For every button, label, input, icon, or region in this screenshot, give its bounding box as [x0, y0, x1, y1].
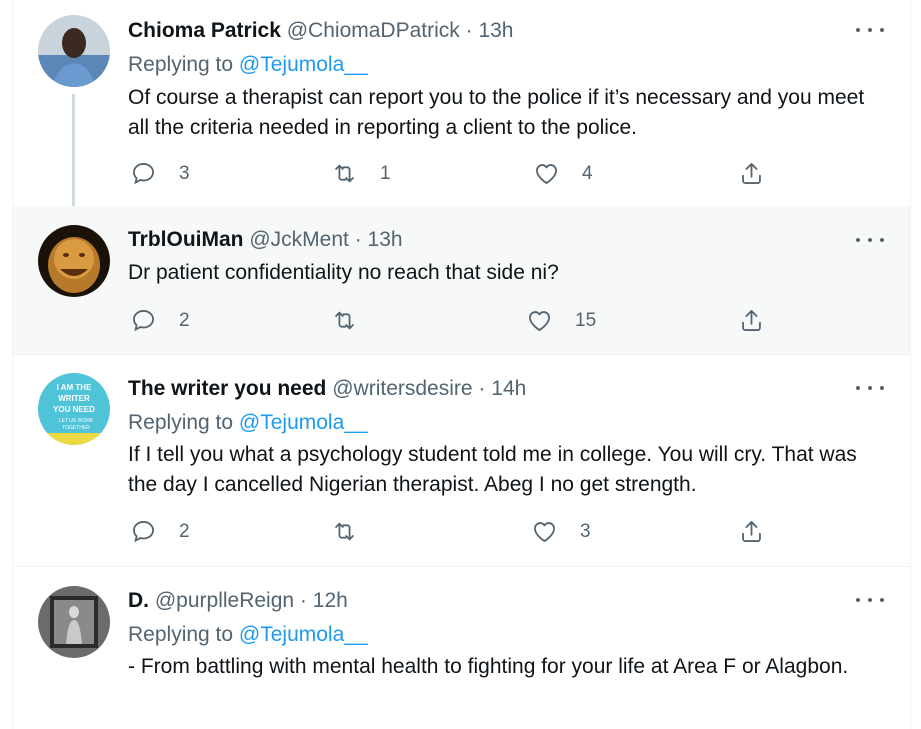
avatar-chioma-patrick[interactable] — [38, 15, 110, 87]
retweet-icon — [335, 164, 354, 183]
reply-count: 2 — [179, 520, 190, 542]
avatar-purplle-reign[interactable] — [38, 586, 110, 658]
tweet-actions: 3 1 4 — [128, 160, 768, 190]
tweet-chioma-patrick[interactable]: Chioma Patrick @ChiomaDPatrick · 13h Rep… — [13, 0, 910, 218]
tweet-header: D. @purplleReign · 12h — [128, 589, 348, 613]
reply-button[interactable]: 2 — [130, 307, 190, 334]
like-icon — [529, 311, 550, 331]
replying-to: Replying to @Tejumola__ — [128, 53, 368, 77]
display-name[interactable]: Chioma Patrick — [128, 19, 281, 42]
retweet-icon — [335, 522, 354, 541]
avatar-text: I AM THE — [57, 383, 92, 392]
reply-button[interactable]: 3 — [130, 160, 190, 187]
tweet-header: The writer you need @writersdesire · 14h — [128, 377, 526, 401]
replying-to: Replying to @Tejumola__ — [128, 623, 368, 647]
like-button[interactable]: 4 — [533, 160, 593, 187]
reply-count: 3 — [179, 162, 190, 184]
display-name[interactable]: The writer you need — [128, 377, 326, 400]
share-icon — [742, 521, 761, 542]
share-button[interactable] — [738, 518, 765, 545]
separator-dot: · — [478, 377, 486, 400]
replying-to-label: Replying to — [128, 411, 234, 434]
share-icon — [742, 310, 761, 331]
retweet-button[interactable] — [331, 518, 380, 545]
retweet-icon — [335, 311, 354, 330]
tweet-header: TrblOuiMan @JckMent · 13h — [128, 228, 403, 252]
timestamp[interactable]: 12h — [313, 589, 348, 612]
avatar-writer-you-need[interactable]: I AM THE WRITER YOU NEED LET US WORK TOG… — [38, 373, 110, 445]
like-icon — [536, 164, 557, 184]
more-icon[interactable] — [856, 20, 884, 40]
tweet-writer-you-need[interactable]: I AM THE WRITER YOU NEED LET US WORK TOG… — [13, 355, 910, 567]
more-icon[interactable] — [856, 230, 884, 250]
tweet-purplle-reign[interactable]: D. @purplleReign · 12h Replying to @Teju… — [13, 567, 910, 729]
avatar-text: YOU NEED — [53, 405, 95, 414]
avatar-text: LET US WORK — [59, 418, 94, 424]
separator-dot: · — [465, 19, 473, 42]
reply-icon — [133, 521, 154, 543]
tweet-actions: 2 15 — [128, 307, 768, 337]
retweet-button[interactable] — [331, 307, 380, 334]
timestamp[interactable]: 14h — [491, 377, 526, 400]
tweet-trbloui-man[interactable]: TrblOuiMan @JckMent · 13h Dr patient con… — [13, 206, 910, 355]
user-handle[interactable]: @JckMent — [249, 228, 349, 251]
mention-link[interactable]: @Tejumola__ — [239, 53, 368, 76]
retweet-button[interactable]: 1 — [331, 160, 391, 187]
tweet-text: If I tell you what a psychology student … — [128, 443, 857, 496]
like-icon — [534, 522, 555, 542]
reply-button[interactable]: 2 — [130, 518, 190, 545]
separator-dot: · — [299, 589, 307, 612]
like-button[interactable]: 3 — [531, 518, 591, 545]
mention-link[interactable]: @Tejumola__ — [239, 411, 368, 434]
separator-dot: · — [354, 228, 362, 251]
like-count: 4 — [582, 162, 593, 184]
like-count: 3 — [580, 520, 591, 542]
avatar-text: WRITER — [58, 394, 90, 403]
reply-icon — [133, 310, 154, 332]
reply-count: 2 — [179, 309, 190, 331]
avatar-trbloui-man[interactable] — [38, 225, 110, 297]
share-button[interactable] — [738, 307, 765, 334]
more-icon[interactable] — [856, 590, 884, 610]
tweet-text: Of course a therapist can report you to … — [128, 86, 865, 139]
like-count: 15 — [575, 309, 597, 331]
display-name[interactable]: TrblOuiMan — [128, 228, 244, 251]
replying-to: Replying to @Tejumola__ — [128, 411, 368, 435]
user-handle[interactable]: @purplleReign — [155, 589, 294, 612]
more-icon[interactable] — [856, 378, 884, 398]
avatar-text: TOGETHER — [62, 425, 90, 431]
reply-thread: Chioma Patrick @ChiomaDPatrick · 13h Rep… — [12, 0, 911, 729]
replying-to-label: Replying to — [128, 53, 234, 76]
like-button[interactable]: 15 — [526, 307, 596, 334]
display-name[interactable]: D. — [128, 589, 149, 612]
share-button[interactable] — [738, 160, 765, 187]
share-icon — [742, 163, 761, 184]
tweet-text: - From battling with mental health to fi… — [128, 655, 849, 678]
timestamp[interactable]: 13h — [368, 228, 403, 251]
tweet-actions: 2 3 — [128, 518, 768, 548]
mention-link[interactable]: @Tejumola__ — [239, 623, 368, 646]
reply-icon — [133, 163, 154, 185]
user-handle[interactable]: @ChiomaDPatrick — [287, 19, 460, 42]
user-handle[interactable]: @writersdesire — [332, 377, 472, 400]
thread-line — [72, 94, 75, 218]
tweet-header: Chioma Patrick @ChiomaDPatrick · 13h — [128, 19, 514, 43]
tweet-text: Dr patient confidentiality no reach that… — [128, 261, 559, 284]
retweet-count: 1 — [380, 162, 391, 184]
timestamp[interactable]: 13h — [478, 19, 513, 42]
replying-to-label: Replying to — [128, 623, 234, 646]
